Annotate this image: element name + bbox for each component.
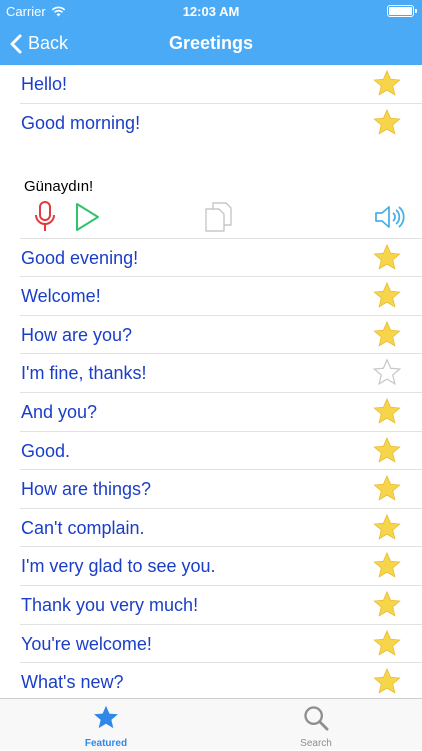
copy-icon[interactable] [204,201,232,233]
favorite-star-icon[interactable] [372,551,402,581]
list-item[interactable]: I'm very glad to see you. [20,547,422,586]
phrase-text: How are things? [21,479,152,500]
status-bar: Carrier 12:03 AM [0,0,422,22]
favorite-star-icon[interactable] [372,436,402,466]
list-item[interactable]: Hello! [20,65,422,104]
tab-featured[interactable]: Featured [56,699,156,751]
microphone-icon[interactable] [34,200,56,234]
favorite-star-icon[interactable] [372,513,402,543]
list-item[interactable]: Good morning! Günaydın! [20,104,422,239]
navigation-bar: Back Greetings [0,22,422,65]
play-icon[interactable] [74,202,100,232]
phrase-text: You're welcome! [21,633,152,654]
list-item[interactable]: Good. [20,432,422,471]
favorite-star-icon[interactable] [372,629,402,659]
favorite-star-empty-icon[interactable] [372,358,402,388]
phrase-text: I'm very glad to see you. [21,556,216,577]
phrase-text: Welcome! [21,286,101,307]
list-item[interactable]: Good evening! [20,239,422,278]
phrase-actions [20,200,405,236]
tab-search[interactable]: Search [266,699,366,751]
phrase-list[interactable]: Hello! Good morning! Günaydın! Good evening… [0,65,422,698]
favorite-star-icon[interactable] [372,590,402,620]
battery-level [389,7,412,15]
list-item[interactable]: I'm fine, thanks! [20,354,422,393]
favorite-star-icon[interactable] [372,474,402,504]
phrase-text: Good evening! [21,247,139,268]
page-title: Greetings [168,33,254,53]
list-item[interactable]: How are you? [20,316,422,355]
favorite-star-icon[interactable] [372,397,402,427]
search-icon [304,706,329,731]
phrase-text: Good. [21,440,71,461]
phrase-text: How are you? [21,324,133,345]
favorite-star-icon[interactable] [372,667,402,697]
header: Carrier 12:03 AM Back Greetings [0,0,422,65]
favorite-star-icon[interactable] [372,320,402,350]
list-item[interactable]: Can't complain. [20,509,422,548]
tab-featured-label: Featured [84,738,128,749]
favorite-star-icon[interactable] [372,108,402,138]
phrase-text: Good morning! [21,112,141,133]
favorite-star-icon[interactable] [372,243,402,273]
tab-bar: Featured Search [0,698,422,750]
phrase-text: Can't complain. [21,517,145,538]
tab-search-label: Search [300,738,332,749]
phrase-text: And you? [21,401,98,422]
status-time: 12:03 AM [182,4,240,19]
list-item[interactable]: How are things? [20,470,422,509]
battery-icon [387,5,417,17]
star-icon [94,705,118,729]
list-item[interactable]: And you? [20,393,422,432]
list-item[interactable]: What's new? [20,663,422,698]
phrase-text: What's new? [21,672,124,693]
phrase-text: Thank you very much! [21,594,199,615]
list-item[interactable]: Welcome! [20,277,422,316]
list-item[interactable]: Thank you very much! [20,586,422,625]
translation-text: Günaydın! [24,177,94,195]
favorite-star-icon[interactable] [372,281,402,311]
speaker-icon[interactable] [374,204,406,230]
list-item[interactable]: You're welcome! [20,625,422,664]
phrase-text: Hello! [21,74,68,94]
favorite-star-icon[interactable] [372,69,402,99]
phrase-text: I'm fine, thanks! [21,363,147,384]
